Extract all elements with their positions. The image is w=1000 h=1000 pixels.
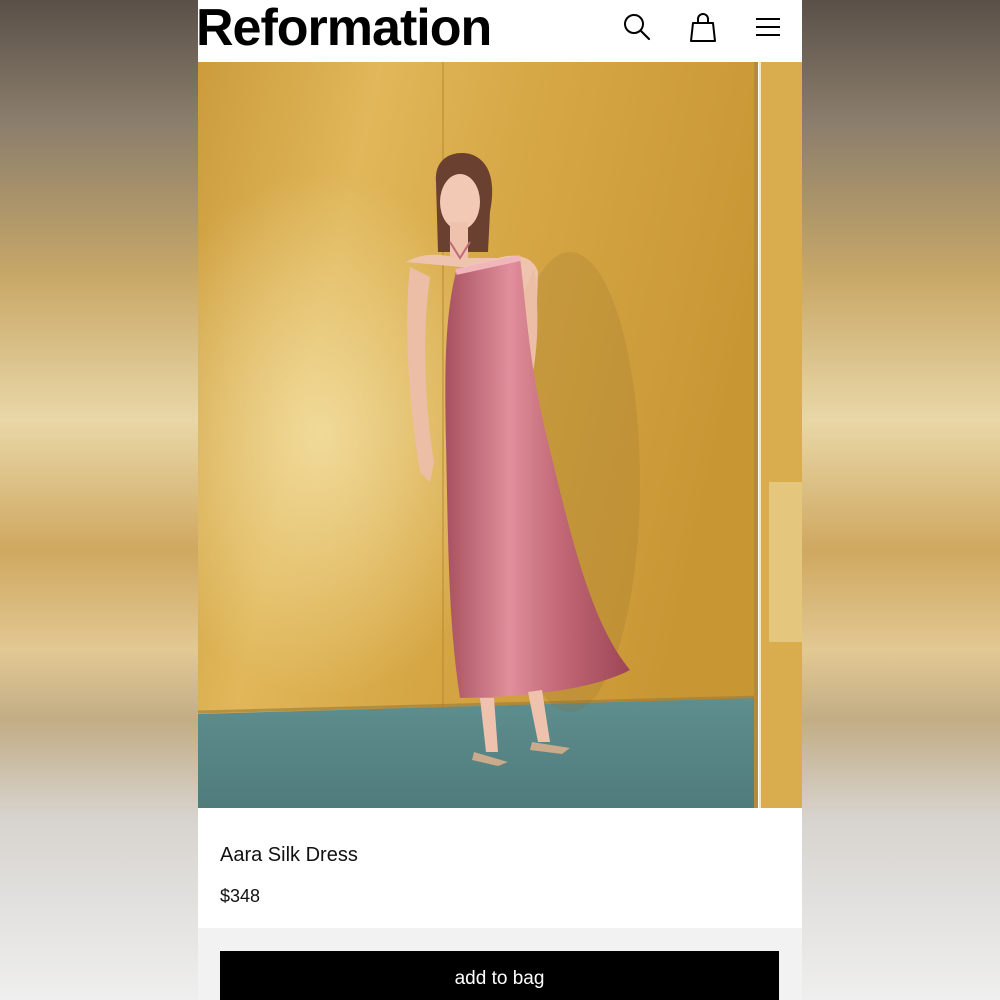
product-price: $348	[220, 886, 261, 906]
blurred-background-left	[0, 0, 198, 1000]
product-name[interactable]: Aara Silk Dress	[220, 844, 358, 867]
blurred-background-right	[802, 0, 1000, 1000]
brand-logo[interactable]: Reformation	[198, 0, 492, 56]
product-image-carousel[interactable]	[198, 62, 802, 808]
product-photo[interactable]	[198, 62, 758, 808]
product-info: Aara Silk Dress $348	[198, 808, 802, 928]
sticky-footer: add to bag	[198, 928, 802, 1000]
site-header: Reformation	[198, 0, 802, 62]
phone-screen: Reformation Aara Silk Dress $348 add to …	[198, 0, 802, 1000]
next-product-photo[interactable]	[759, 62, 802, 808]
add-to-bag-button[interactable]: add to bag	[220, 951, 779, 1000]
search-icon[interactable]	[620, 10, 654, 44]
bag-icon[interactable]	[686, 10, 720, 44]
menu-icon[interactable]	[751, 10, 785, 44]
